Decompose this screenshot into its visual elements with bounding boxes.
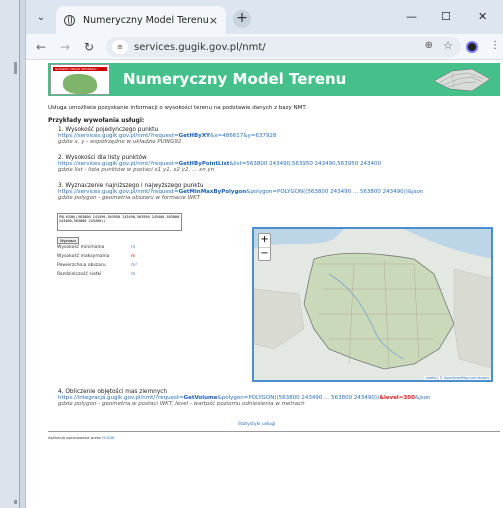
minimize-button[interactable]: — [406,10,417,23]
map-attribution: Leaflet | © OpenStreetMap contributors [423,376,491,380]
examples-heading: Przykłady wywołania usługi: [48,117,145,124]
back-icon[interactable]: ← [36,40,46,54]
tab-active[interactable]: Numeryczny Model Terenu × [56,6,226,34]
tab-close-icon[interactable]: × [209,14,218,27]
globe-icon [64,14,75,26]
example-1: 1. Wysokość pojedynczego punktu https://… [58,127,277,145]
map-view[interactable]: + − Leaflet | © OpenStreetMap contributo… [252,227,493,382]
address-bar[interactable]: ≡ services.gugik.gov.pl/nmt/ ⊕ ☆ [106,37,461,57]
zoom-icon[interactable]: ⊕ [425,40,433,51]
example-4: 4. Obliczenie objętości mas ziemnych htt… [58,389,431,407]
zoom-out-button[interactable]: − [259,247,270,260]
map-canvas[interactable] [254,229,493,382]
page-header: GŁÓWNY URZĄD GEODEZJI I KARTOGRAFII Nume… [48,63,500,96]
stats-link[interactable]: Statystyki usługi [238,422,275,427]
polygon-tool: Wyznacz Wysokość minimalnam Wysokość mak… [57,213,182,277]
new-tab-button[interactable]: + [233,10,251,28]
intro-text: Usługa umożliwia pozyskanie informacji o… [48,105,307,111]
profile-avatar[interactable] [466,41,478,53]
maximize-button[interactable]: ☐ [441,10,451,23]
tab-strip: ⌄ Numeryczny Model Terenu × + — ☐ ✕ [26,0,503,34]
browser-toolbar: ← → ↻ ≡ services.gugik.gov.pl/nmt/ ⊕ ☆ ⋮ [26,34,503,60]
polygon-input[interactable] [57,213,182,231]
browser-window: ⌄ Numeryczny Model Terenu × + — ☐ ✕ ← → … [25,0,503,508]
min-height-row: Wysokość minimalna m [57,245,136,250]
background-window-edge [0,0,20,508]
zoom-in-button[interactable]: + [259,234,270,247]
scrollbar-thumb[interactable] [14,62,17,74]
terrain-graphic-icon [433,68,491,92]
tab-search-icon[interactable]: ⌄ [34,11,48,25]
reload-icon[interactable]: ↻ [84,40,94,54]
max-height-row: Wysokość maksymalna m [57,254,136,259]
calculate-button[interactable]: Wyznacz [57,237,80,244]
close-window-button[interactable]: ✕ [478,10,487,23]
page-content: GŁÓWNY URZĄD GEODEZJI I KARTOGRAFII Nume… [26,60,503,508]
example-3: 3. Wyznaczenie najniższego i najwyższego… [58,183,424,201]
bookmark-star-icon[interactable]: ☆ [443,39,453,52]
gugik-logo: GŁÓWNY URZĄD GEODEZJI I KARTOGRAFII [50,64,110,95]
scrollbar-thumb-bottom[interactable] [14,500,17,504]
footer-divider [48,431,500,432]
more-menu-icon[interactable]: ⋮ [490,40,500,51]
area-row: Powierzchnia obszaru m² [57,263,138,268]
grid-resolution-row: Rozdzielczość siatki m [57,272,136,277]
map-zoom-control: + − [258,233,271,261]
page-title: Numeryczny Model Terenu [123,70,347,88]
footer-link[interactable]: GUGIK [102,435,114,440]
forward-icon[interactable]: → [60,40,70,54]
url-text: services.gugik.gov.pl/nmt/ [134,41,266,53]
footer: Aplikacja opracowana przez GUGIK [48,435,115,440]
osm-link[interactable]: © OpenStreetMap contributors [439,376,489,380]
tab-title: Numeryczny Model Terenu [83,14,209,26]
site-info-icon[interactable]: ≡ [112,40,128,54]
leaflet-link[interactable]: Leaflet [426,376,437,380]
example-2: 2. Wysokości dla listy punktów https://s… [58,155,382,173]
